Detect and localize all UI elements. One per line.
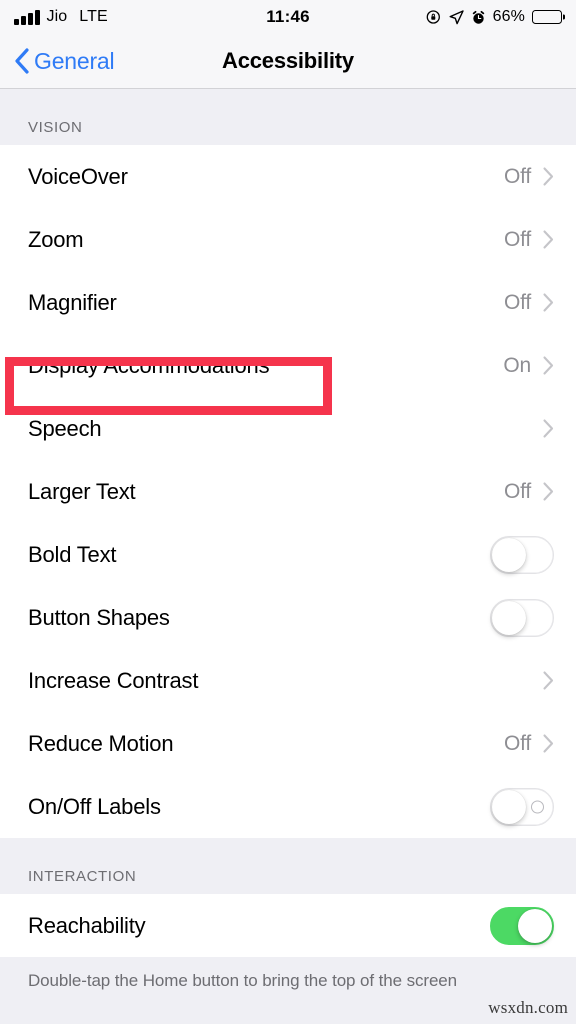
settings-row-on-off-labels[interactable]: On/Off Labels <box>0 775 576 838</box>
settings-row-display-accommodations[interactable]: Display Accommodations On <box>0 334 576 397</box>
chevron-right-icon <box>543 293 554 312</box>
network-type-label: LTE <box>79 8 108 25</box>
status-bar-left: Jio LTE <box>14 8 108 26</box>
toggle-knob <box>492 600 526 635</box>
status-bar: Jio LTE 11:46 66% <box>0 0 576 34</box>
settings-row-increase-contrast[interactable]: Increase Contrast <box>0 649 576 712</box>
row-accessory <box>490 535 554 574</box>
row-value: Off <box>503 731 531 755</box>
chevron-right-icon <box>543 230 554 249</box>
chevron-right-icon <box>543 671 554 690</box>
row-accessory <box>490 598 554 637</box>
bold-text-toggle[interactable] <box>490 535 554 574</box>
row-value: Off <box>503 227 531 251</box>
row-label: On/Off Labels <box>28 793 161 819</box>
chevron-right-icon <box>543 356 554 375</box>
battery-icon <box>532 10 562 24</box>
row-label: Larger Text <box>28 478 136 504</box>
reachability-toggle[interactable] <box>490 906 554 945</box>
watermark: wsxdn.com <box>488 998 568 1017</box>
navigation-bar: General Accessibility <box>0 34 576 89</box>
row-label: Reduce Motion <box>28 730 174 756</box>
status-bar-right: 66% <box>426 8 562 26</box>
row-accessory: Off <box>504 228 554 252</box>
settings-row-bold-text[interactable]: Bold Text <box>0 523 576 586</box>
row-accessory: On <box>503 354 554 378</box>
settings-group-vision: VoiceOver Off Zoom Off Magnifier Off Dis… <box>0 145 576 838</box>
row-label: Increase Contrast <box>28 667 199 693</box>
settings-row-speech[interactable]: Speech <box>0 397 576 460</box>
row-accessory <box>490 906 554 945</box>
chevron-left-icon <box>15 48 29 74</box>
iphone-screen: Jio LTE 11:46 66% General Accessibility … <box>0 0 576 1024</box>
row-label: Bold Text <box>28 541 117 567</box>
row-accessory: Off <box>504 165 554 189</box>
settings-row-larger-text[interactable]: Larger Text Off <box>0 460 576 523</box>
settings-row-reduce-motion[interactable]: Reduce Motion Off <box>0 712 576 775</box>
settings-scroll-view[interactable]: VISION VoiceOver Off Zoom Off Magnifier … <box>0 89 576 1024</box>
row-label: Reachability <box>28 912 146 938</box>
row-value: Off <box>503 479 531 503</box>
chevron-right-icon <box>543 419 554 438</box>
row-accessory: Off <box>504 480 554 504</box>
row-accessory <box>531 419 554 438</box>
chevron-right-icon <box>543 734 554 753</box>
chevron-right-icon <box>543 167 554 186</box>
row-accessory <box>490 787 554 826</box>
row-value: Off <box>503 164 531 188</box>
button-shapes-toggle[interactable] <box>490 598 554 637</box>
section-header-vision: VISION <box>0 89 576 145</box>
toggle-knob <box>492 537 526 572</box>
row-accessory: Off <box>504 291 554 315</box>
row-accessory <box>531 671 554 690</box>
signal-bars-icon <box>14 9 40 25</box>
row-label: Magnifier <box>28 289 117 315</box>
row-value: On <box>503 353 531 377</box>
settings-row-magnifier[interactable]: Magnifier Off <box>0 271 576 334</box>
row-label: Zoom <box>28 226 84 252</box>
settings-row-voiceover[interactable]: VoiceOver Off <box>0 145 576 208</box>
section-header-interaction: INTERACTION <box>0 838 576 894</box>
toggle-off-label-icon <box>531 800 544 813</box>
row-label: Display Accommodations <box>28 352 270 378</box>
settings-row-button-shapes[interactable]: Button Shapes <box>0 586 576 649</box>
row-accessory: Off <box>504 732 554 756</box>
on-off-labels-toggle[interactable] <box>490 787 554 826</box>
row-value: Off <box>503 290 531 314</box>
settings-row-zoom[interactable]: Zoom Off <box>0 208 576 271</box>
location-arrow-icon <box>449 9 464 24</box>
carrier-label: Jio <box>46 8 68 25</box>
row-label: Button Shapes <box>28 604 170 630</box>
settings-row-reachability[interactable]: Reachability <box>0 894 576 957</box>
toggle-knob <box>518 908 552 943</box>
alarm-clock-icon <box>472 10 484 24</box>
settings-group-interaction: Reachability <box>0 894 576 957</box>
back-button[interactable]: General <box>14 47 115 75</box>
rotation-lock-icon <box>426 10 440 24</box>
toggle-knob <box>492 789 526 824</box>
row-label: VoiceOver <box>28 163 128 189</box>
chevron-right-icon <box>543 482 554 501</box>
battery-percentage-label: 66% <box>492 8 525 25</box>
row-label: Speech <box>28 415 102 441</box>
section-footer-interaction: Double-tap the Home button to bring the … <box>28 971 458 990</box>
back-button-label: General <box>34 47 115 74</box>
